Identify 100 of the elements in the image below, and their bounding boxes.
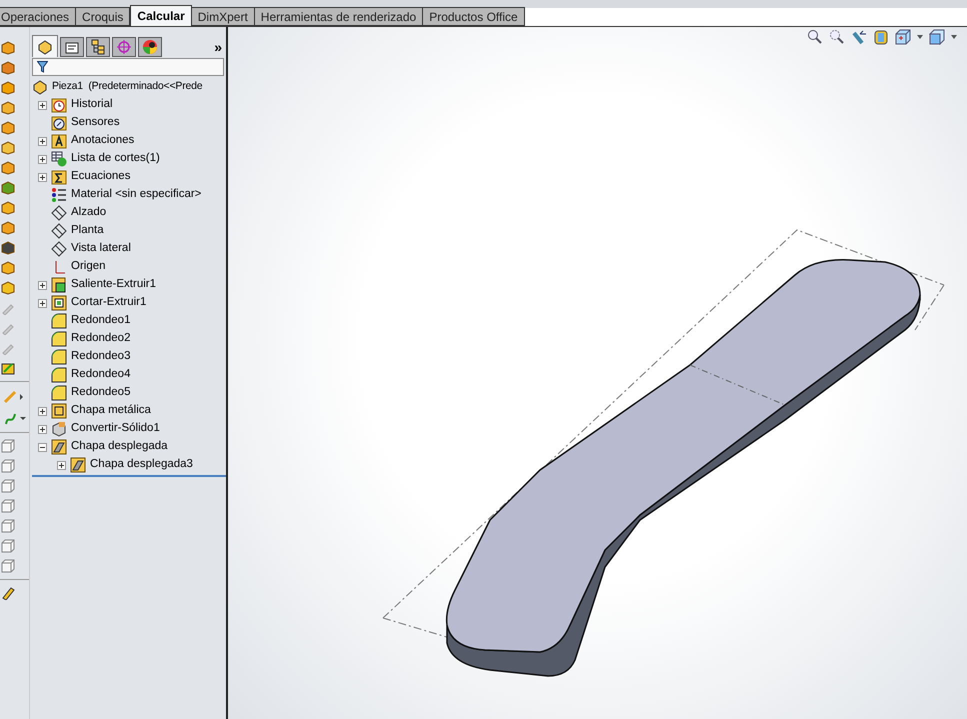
view-orientation-icon[interactable] — [895, 29, 911, 45]
material-icon — [51, 187, 67, 203]
toolbar-icon[interactable] — [0, 261, 14, 275]
fillet-icon — [51, 367, 67, 383]
section-view-icon[interactable] — [873, 29, 889, 45]
config-tree-icon — [90, 39, 106, 55]
tree-item[interactable]: Redondeo5 — [71, 384, 130, 402]
tree-item[interactable]: Redondeo4 — [71, 366, 130, 384]
part-icon — [32, 79, 48, 95]
tree-item[interactable]: Chapa desplegada3 — [90, 456, 193, 474]
plane-icon — [51, 223, 67, 239]
gauge-icon — [51, 115, 67, 131]
collapse-icon[interactable] — [38, 442, 47, 452]
tree-item[interactable]: Material <sin especificar> — [71, 186, 202, 204]
tree-item[interactable]: Vista lateral — [71, 240, 131, 258]
cube-icon[interactable] — [0, 539, 14, 553]
toolbar-icon[interactable] — [0, 181, 14, 195]
filter-icon — [37, 61, 48, 73]
extrude-icon — [51, 277, 67, 293]
toolbar-icon[interactable] — [0, 221, 14, 235]
part-icon — [37, 38, 53, 54]
expand-icon[interactable] — [38, 280, 47, 290]
previous-view-icon[interactable] — [851, 29, 867, 45]
tree-item[interactable]: Chapa metálica — [71, 402, 151, 420]
tree-root[interactable]: Pieza1 (Predeterminado<<Prede — [52, 79, 202, 95]
cut-extrude-icon — [51, 295, 67, 311]
solid-icon — [51, 421, 67, 437]
table-icon — [51, 151, 67, 167]
tree-item[interactable]: Convertir-Sólido1 — [71, 420, 160, 438]
tree-item[interactable]: Redondeo2 — [71, 330, 130, 348]
dropdown-caret-icon[interactable] — [951, 35, 957, 39]
toolbar-tab[interactable]: DimXpert — [190, 7, 255, 26]
toolbar-icon[interactable] — [0, 281, 14, 295]
crosshair-icon — [116, 39, 132, 55]
toolbar-tab[interactable]: Productos Office — [422, 7, 525, 26]
zoom-area-icon[interactable] — [829, 29, 845, 45]
panel-tab[interactable] — [138, 37, 162, 57]
toolbar-tab[interactable]: Croquis — [75, 7, 130, 26]
filter-field[interactable] — [32, 58, 224, 76]
sigma-icon — [51, 169, 67, 185]
expand-icon[interactable] — [38, 154, 47, 164]
panel-tab[interactable] — [32, 35, 58, 57]
toolbar-icon[interactable] — [0, 141, 14, 155]
tree-item[interactable]: Sensores — [71, 114, 120, 132]
cube-icon[interactable] — [0, 519, 14, 533]
letter-a-icon — [51, 133, 67, 149]
cube-icon[interactable] — [0, 499, 14, 513]
fillet-icon — [51, 331, 67, 347]
zoom-icon[interactable] — [807, 29, 823, 45]
toolbar-icon[interactable] — [0, 101, 14, 115]
cube-icon[interactable] — [0, 559, 14, 573]
expand-icon[interactable] — [57, 460, 66, 470]
toolbar-icon[interactable] — [0, 161, 14, 175]
toolbar-icon[interactable] — [0, 81, 14, 95]
toolbar-tab[interactable]: Calcular — [130, 5, 192, 26]
cube-icon[interactable] — [0, 459, 14, 473]
toolbar-icon[interactable] — [0, 241, 14, 255]
tree-item[interactable]: Planta — [71, 222, 104, 240]
expand-icon[interactable] — [38, 172, 47, 182]
toolbar-icon[interactable] — [0, 41, 14, 55]
tree-item[interactable]: Alzado — [71, 204, 106, 222]
tree-item[interactable]: Origen — [71, 258, 106, 276]
toolbar-icon[interactable] — [0, 121, 14, 135]
fillet-icon — [51, 349, 67, 365]
tree-item[interactable]: Historial — [71, 96, 113, 114]
tree-item[interactable]: Lista de cortes(1) — [71, 150, 160, 168]
color-ball-icon — [142, 39, 158, 55]
toolbar-icon[interactable] — [0, 201, 14, 215]
expand-icon[interactable] — [38, 406, 47, 416]
clock-icon — [51, 97, 67, 113]
flat-pattern-icon — [51, 439, 67, 455]
tree-item[interactable]: Cortar-Extruir1 — [71, 294, 146, 312]
toolbar-tab[interactable]: Operaciones — [0, 7, 76, 26]
toolbar-icon[interactable] — [0, 61, 14, 75]
expand-icon[interactable] — [38, 424, 47, 434]
tree-item[interactable]: Redondeo3 — [71, 348, 130, 366]
more-tabs-button[interactable]: » — [214, 40, 222, 57]
cube-icon[interactable] — [0, 439, 14, 453]
cube-icon[interactable] — [0, 479, 14, 493]
expand-icon[interactable] — [38, 136, 47, 146]
expand-icon[interactable] — [38, 298, 47, 308]
tree-item[interactable]: Redondeo1 — [71, 312, 130, 330]
toolbar-icon[interactable] — [4, 388, 26, 404]
panel-tab[interactable] — [86, 37, 110, 57]
tree-item[interactable]: Chapa desplegada — [71, 438, 168, 456]
pencil-icon[interactable] — [0, 586, 14, 600]
fillet-icon — [51, 313, 67, 329]
dropdown-caret-icon[interactable] — [917, 35, 923, 39]
plane-icon — [51, 205, 67, 221]
flat-pattern-icon — [70, 457, 86, 473]
fillet-icon — [51, 385, 67, 401]
tree-item[interactable]: Ecuaciones — [71, 168, 130, 186]
expand-icon[interactable] — [38, 100, 47, 110]
toolbar-tab[interactable]: Herramientas de renderizado — [254, 7, 424, 26]
panel-tab[interactable] — [60, 37, 84, 57]
display-style-icon[interactable] — [929, 29, 945, 45]
tree-item[interactable]: Saliente-Extruir1 — [71, 276, 156, 294]
tree-item[interactable]: Anotaciones — [71, 132, 134, 150]
plane-icon — [51, 241, 67, 257]
toolbar-icon[interactable] — [0, 361, 14, 375]
